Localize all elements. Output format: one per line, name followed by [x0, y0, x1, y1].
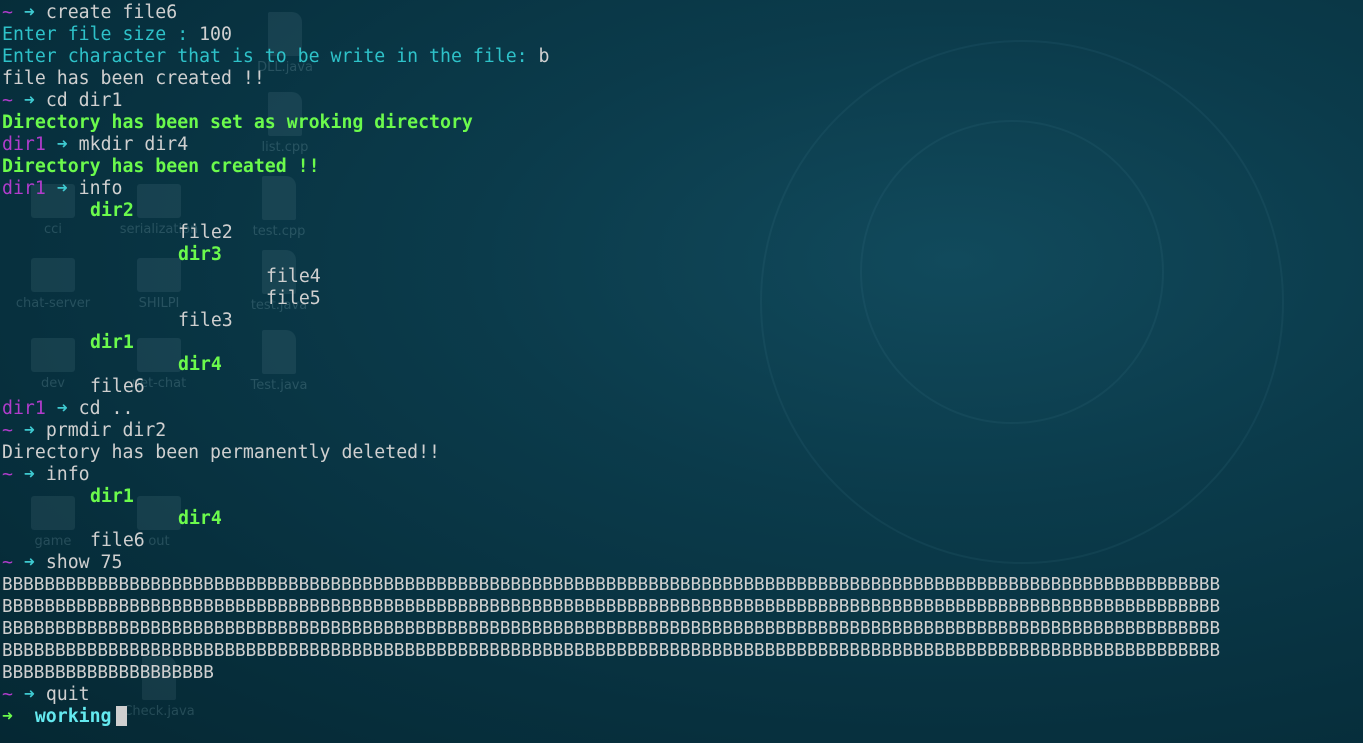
output-message: file has been created !! [2, 68, 265, 89]
home-prompt: ~ [2, 684, 13, 705]
prompt-arrow-icon: ➜ [23, 90, 35, 111]
terminal-line: Enter file size : 100 [2, 24, 1363, 46]
dir-name: dir1 [90, 332, 134, 353]
tree-entry-file: file5 [2, 288, 1363, 310]
terminal-line: dir1 ➜ cd .. [2, 398, 1363, 420]
tree-entry-file: file4 [2, 266, 1363, 288]
terminal-line: ~ ➜ cd dir1 [2, 90, 1363, 112]
file-size-value: 100 [199, 24, 232, 45]
command-text: prmdir dir2 [45, 420, 167, 441]
terminal-line: ~ ➜ show 75 [2, 552, 1363, 574]
shell-arrow-icon: ➜ [2, 706, 13, 727]
file-content-line: BBBBBBBBBBBBBBBBBBBBBBBBBBBBBBBBBBBBBBBB… [2, 597, 1221, 617]
cwd-prompt: dir1 [2, 134, 46, 155]
command-text: mkdir dir4 [78, 134, 189, 155]
dir-name: dir3 [178, 244, 222, 265]
file-content-line: BBBBBBBBBBBBBBBBBBBBBBBBBBBBBBBBBBBBBBBB… [2, 619, 1221, 639]
dir-name: dir4 [178, 354, 222, 375]
file-name: file4 [266, 266, 321, 287]
tree-entry-file: file6 [2, 376, 1363, 398]
terminal-line: dir1 ➜ info [2, 178, 1363, 200]
tree-entry-dir: dir3 [2, 244, 1363, 266]
shell-cwd: working [34, 706, 112, 727]
prompt-arrow-icon: ➜ [23, 684, 35, 705]
prompt-arrow-icon: ➜ [56, 398, 68, 419]
prompt-arrow-icon: ➜ [23, 420, 35, 441]
cwd-prompt: dir1 [2, 178, 46, 199]
command-text: quit [45, 684, 90, 705]
file-name: file2 [178, 222, 233, 243]
tree-entry-dir: dir4 [2, 354, 1363, 376]
prompt-arrow-icon: ➜ [56, 134, 68, 155]
output-message: Directory has been created !! [2, 156, 320, 177]
file-size-prompt: Enter file size : [2, 24, 200, 45]
tree-entry-dir: dir1 [2, 486, 1363, 508]
file-name: file6 [90, 530, 145, 551]
tree-entry-dir: dir1 [2, 332, 1363, 354]
dir-name: dir1 [90, 486, 134, 507]
dir-name: dir4 [178, 508, 222, 529]
command-text: info [78, 178, 123, 199]
command-text: cd dir1 [45, 90, 123, 111]
file-name: file3 [178, 310, 233, 331]
command-text: show 75 [45, 552, 123, 573]
prompt-arrow-icon: ➜ [23, 2, 35, 23]
home-prompt: ~ [2, 420, 13, 441]
home-prompt: ~ [2, 90, 13, 111]
terminal-line: Directory has been permanently deleted!! [2, 442, 1363, 464]
command-text: info [45, 464, 90, 485]
file-name: file6 [90, 376, 145, 397]
terminal-window[interactable]: ~ ➜ create file6 Enter file size : 100 E… [2, 2, 1363, 728]
tree-entry-dir: dir2 [2, 200, 1363, 222]
output-message: Directory has been set as wroking direct… [2, 112, 473, 133]
file-content-line: BBBBBBBBBBBBBBBBBBBBBBBBBBBBBBBBBBBBBBBB… [2, 641, 1221, 661]
file-content-line: BBBBBBBBBBBBBBBBBBBBBBBBBBBBBBBBBBBBBBBB… [2, 575, 1221, 595]
tree-entry-file: file3 [2, 310, 1363, 332]
tree-entry-file: file2 [2, 222, 1363, 244]
home-prompt: ~ [2, 2, 13, 23]
terminal-line: ~ ➜ create file6 [2, 2, 1363, 24]
command-text: cd .. [78, 398, 134, 419]
terminal-line: ~ ➜ prmdir dir2 [2, 420, 1363, 442]
tree-entry-file: file6 [2, 530, 1363, 552]
file-name: file5 [266, 288, 321, 309]
tree-entry-dir: dir4 [2, 508, 1363, 530]
terminal-line: Directory has been created !! [2, 156, 1363, 178]
terminal-line: Directory has been set as wroking direct… [2, 112, 1363, 134]
home-prompt: ~ [2, 464, 13, 485]
file-content-line: BBBBBBBBBBBBBBBBBBBB [2, 663, 214, 683]
terminal-line: dir1 ➜ mkdir dir4 [2, 134, 1363, 156]
terminal-line: Enter character that is to be write in t… [2, 46, 1363, 68]
prompt-arrow-icon: ➜ [56, 178, 68, 199]
terminal-line: file has been created !! [2, 68, 1363, 90]
shell-prompt-line[interactable]: ➜ working [2, 706, 1363, 728]
cwd-prompt: dir1 [2, 398, 46, 419]
character-prompt: Enter character that is to be write in t… [2, 46, 539, 67]
character-value: b [538, 46, 550, 67]
terminal-line: ~ ➜ quit [2, 684, 1363, 706]
command-text: create file6 [45, 2, 178, 23]
dir-name: dir2 [90, 200, 134, 221]
terminal-line: ~ ➜ info [2, 464, 1363, 486]
text-cursor [115, 706, 127, 726]
home-prompt: ~ [2, 552, 13, 573]
prompt-arrow-icon: ➜ [23, 464, 35, 485]
output-message: Directory has been permanently deleted!! [2, 442, 440, 463]
prompt-arrow-icon: ➜ [23, 552, 35, 573]
